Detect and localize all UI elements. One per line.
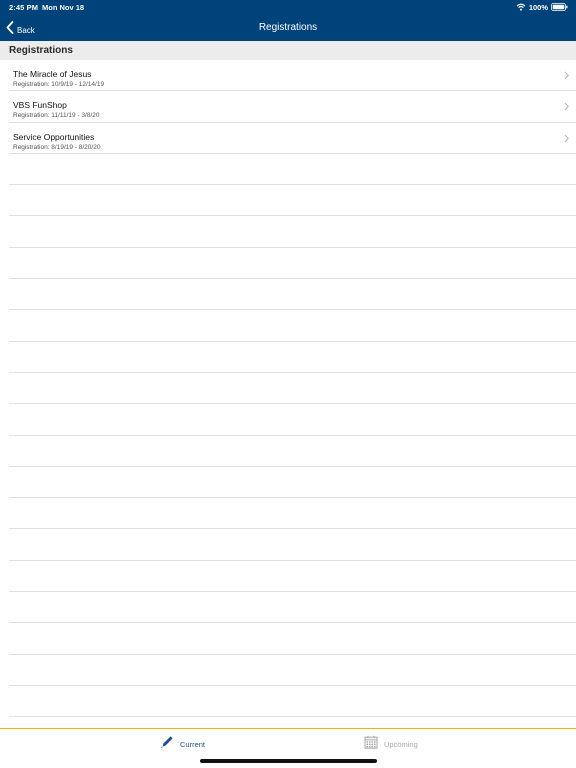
list-item-title: The Miracle of Jesus [13, 69, 92, 79]
registrations-list: The Miracle of Jesus Registration: 10/9/… [0, 60, 576, 718]
empty-row [9, 686, 576, 718]
empty-row [9, 310, 576, 342]
tab-upcoming[interactable]: Upcoming [364, 735, 418, 754]
list-item-title: VBS FunShop [13, 100, 67, 111]
list-item-subtitle: Registration: 8/19/19 - 8/20/20 [13, 143, 101, 151]
empty-row [9, 279, 576, 311]
empty-row [9, 373, 576, 405]
list-item[interactable]: Service Opportunities Registration: 8/19… [9, 123, 576, 154]
chevron-right-icon [564, 102, 569, 111]
chevron-right-icon [564, 134, 569, 143]
calendar-icon [364, 735, 378, 754]
empty-row [9, 216, 576, 248]
tab-current-label: Current [180, 740, 206, 749]
empty-row [9, 467, 576, 499]
tab-current[interactable]: Current [160, 735, 205, 754]
empty-row [9, 592, 576, 624]
empty-rows [0, 154, 576, 718]
registrations-screen: 2:45 PM Mon Nov 18 100% Back Registratio… [0, 0, 576, 768]
status-date: Mon Nov 18 [42, 3, 85, 12]
page-title: Registrations [258, 22, 318, 33]
wifi-icon [516, 3, 526, 11]
status-time: 2:45 PM [9, 3, 39, 12]
empty-row [9, 404, 576, 436]
list-item[interactable]: The Miracle of Jesus Registration: 10/9/… [9, 60, 576, 92]
navigation-bar: 2:45 PM Mon Nov 18 100% Back Registratio… [0, 0, 576, 41]
battery-icon [551, 3, 568, 11]
pencil-icon [160, 735, 174, 754]
empty-row [9, 529, 576, 561]
tab-upcoming-label: Upcoming [384, 740, 418, 749]
empty-row [9, 498, 576, 530]
chevron-right-icon [564, 71, 569, 80]
battery-percent: 100% [528, 2, 548, 12]
empty-row [9, 561, 576, 593]
list-item-subtitle: Registration: 11/11/19 - 3/8/20 [13, 112, 100, 120]
empty-row [9, 248, 576, 280]
section-header: Registrations [0, 41, 576, 60]
empty-row [9, 655, 576, 686]
list-item[interactable]: VBS FunShop Registration: 11/11/19 - 3/8… [9, 91, 576, 123]
empty-row [9, 623, 576, 655]
empty-row [9, 436, 576, 467]
empty-row [9, 342, 576, 373]
empty-row [9, 154, 576, 186]
home-indicator [200, 759, 377, 763]
status-indicators: 100% [516, 2, 568, 12]
list-item-subtitle: Registration: 10/9/19 - 12/14/19 [13, 81, 105, 88]
empty-row [9, 185, 576, 217]
section-title: Registrations [9, 45, 73, 56]
list-item-title: Service Opportunities [13, 131, 95, 142]
